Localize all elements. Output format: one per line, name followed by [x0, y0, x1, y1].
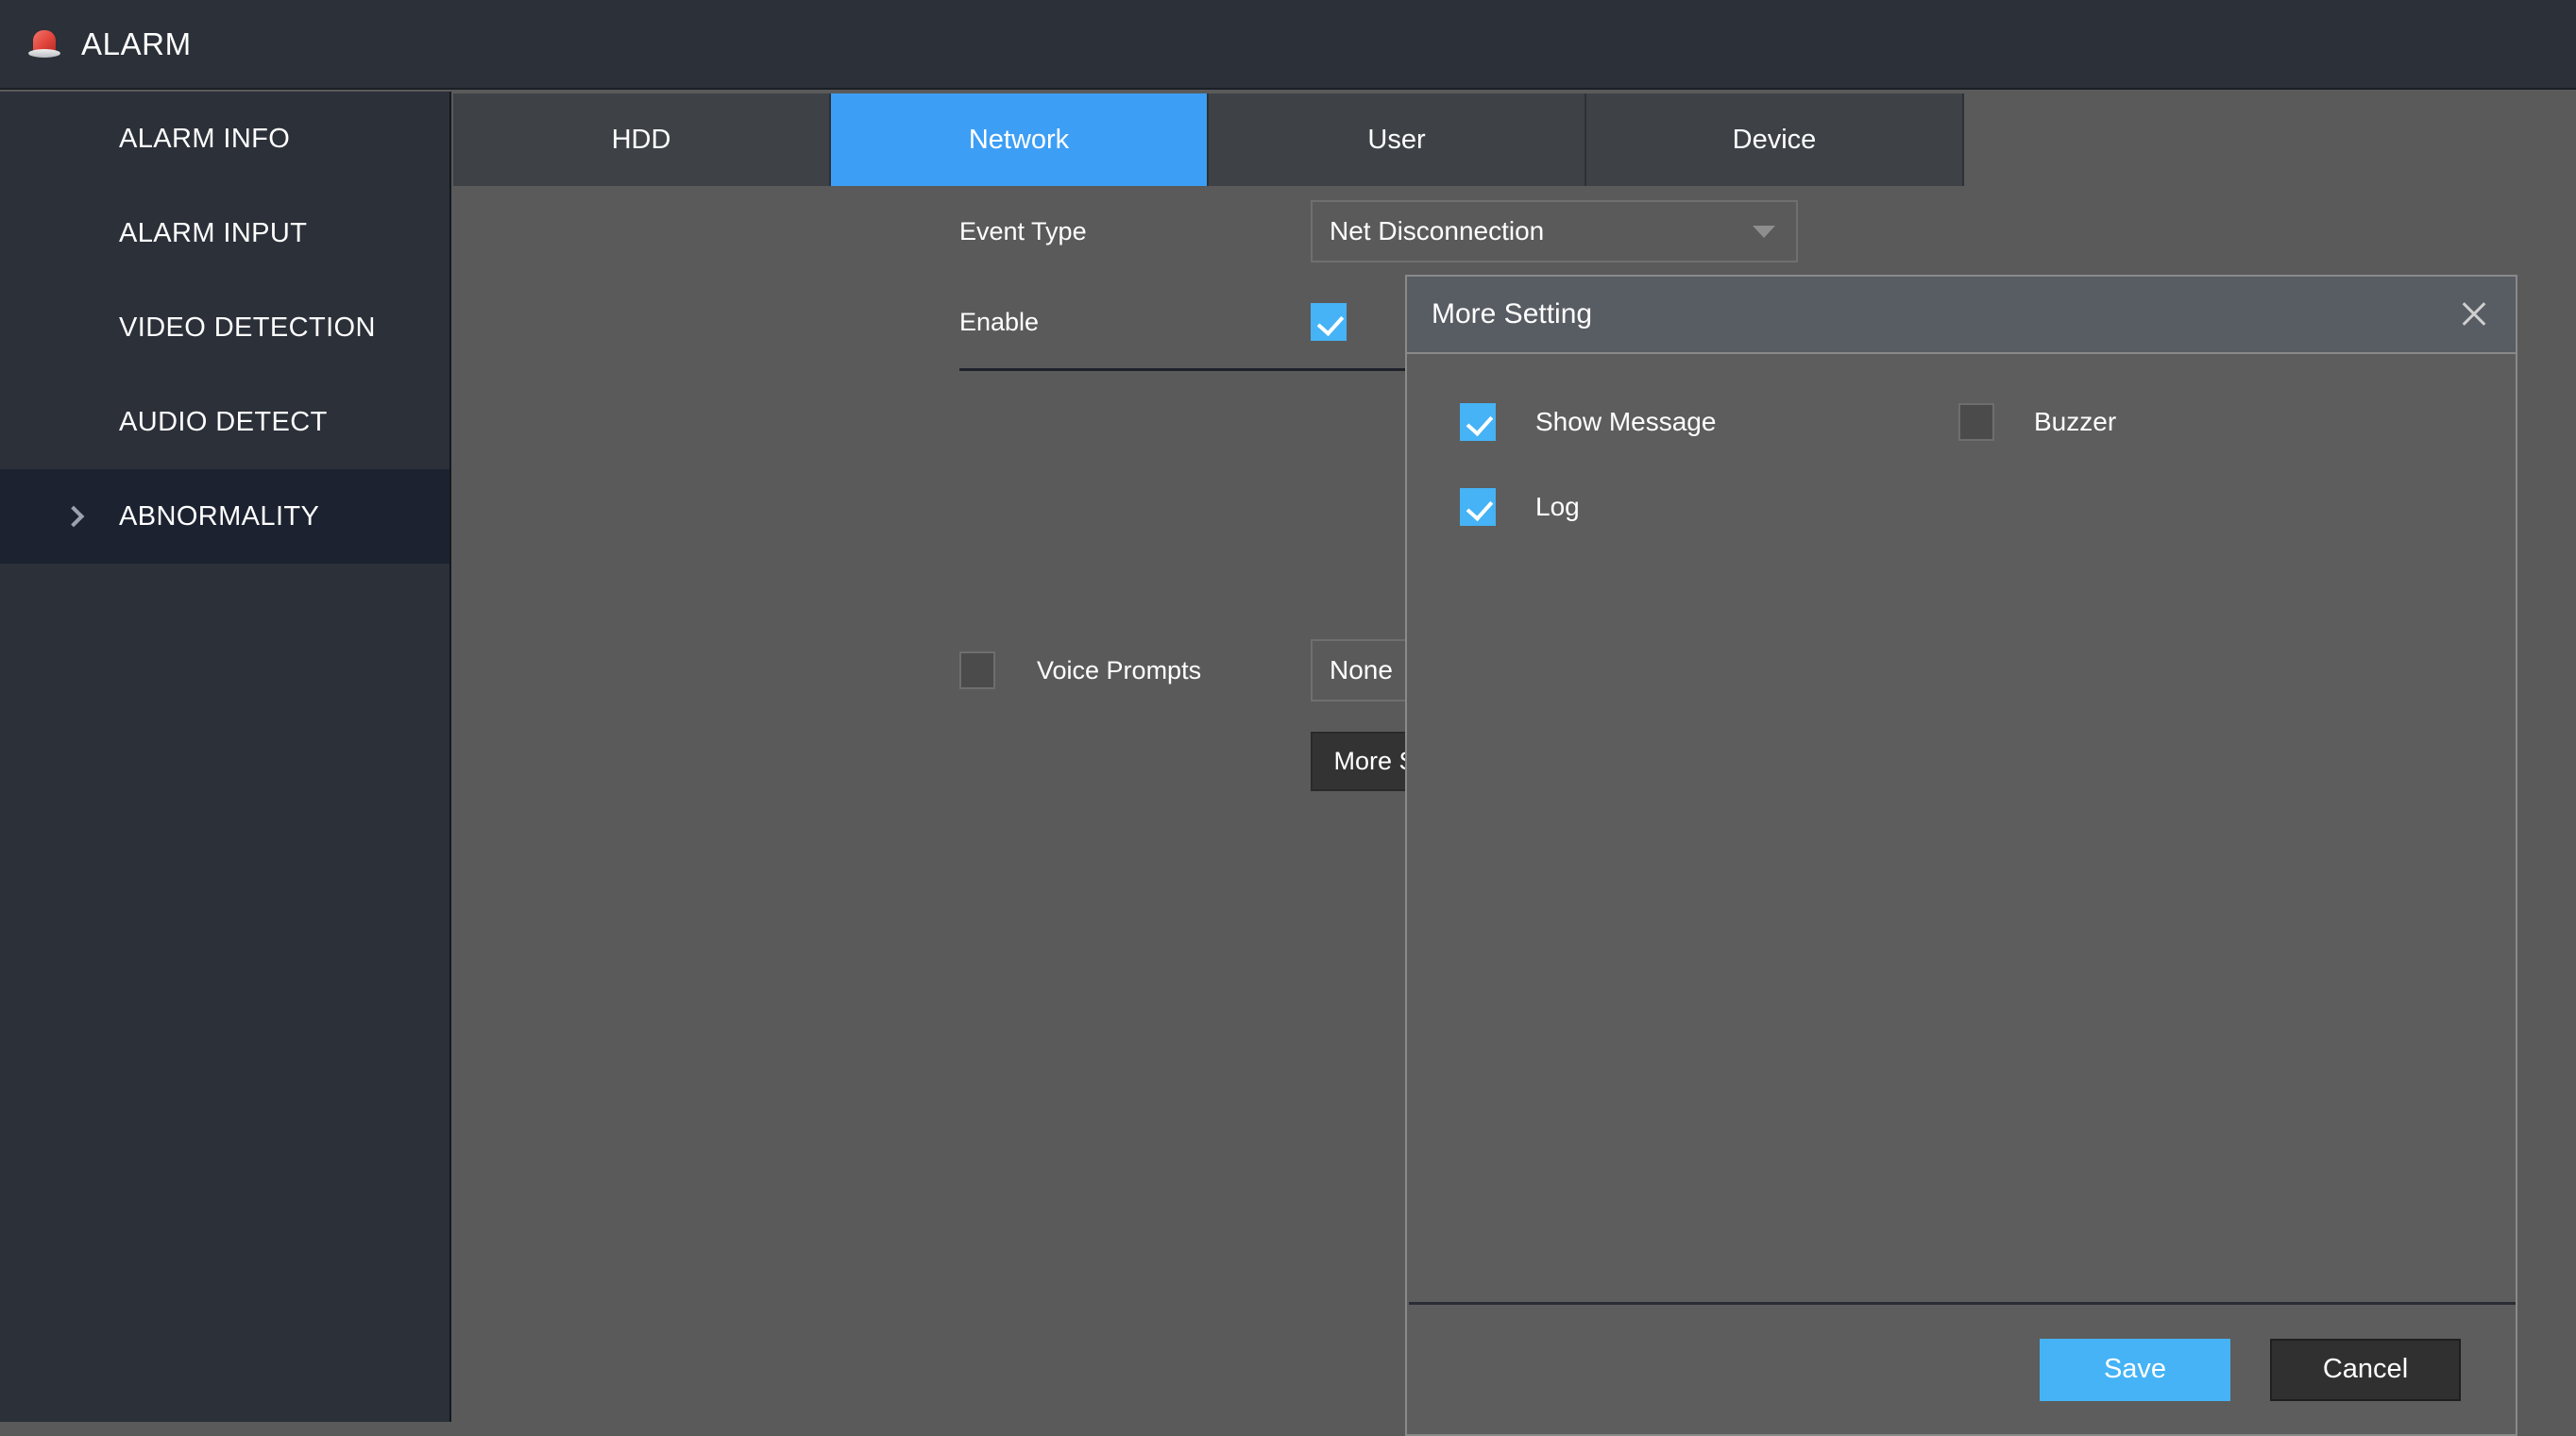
more-setting-dialog: More Setting Show Message Buzzer Log Sav… [1405, 275, 2517, 1436]
tab-hdd[interactable]: HDD [453, 93, 831, 186]
alarm-light-icon [28, 28, 60, 60]
event-type-select[interactable]: Net Disconnection [1311, 200, 1798, 262]
sidebar-item-video-detection[interactable]: VIDEO DETECTION [0, 280, 449, 375]
tab-network[interactable]: Network [831, 93, 1209, 186]
sidebar-item-alarm-input[interactable]: ALARM INPUT [0, 186, 449, 280]
dialog-title: More Setting [1432, 298, 1593, 329]
tab-bar: HDD Network User Device [453, 93, 1964, 186]
dialog-header: More Setting [1407, 277, 2516, 354]
log-label: Log [1535, 492, 1580, 521]
sidebar-item-alarm-info[interactable]: ALARM INFO [0, 92, 449, 186]
app-header: ALARM [0, 0, 2576, 90]
tab-label: Device [1732, 124, 1817, 155]
save-button[interactable]: Save [2040, 1338, 2230, 1401]
show-message-checkbox-row[interactable]: Show Message [1460, 403, 1716, 441]
tab-label: HDD [611, 124, 671, 155]
save-button-label: Save [2103, 1354, 2167, 1384]
dialog-body: Show Message Buzzer Log [1407, 356, 2516, 1300]
sidebar-item-label: ALARM INPUT [119, 217, 308, 248]
log-checkbox[interactable] [1460, 488, 1496, 526]
chevron-down-icon [1753, 225, 1775, 238]
event-type-row: Event Type Net Disconnection [453, 186, 1964, 277]
buzzer-checkbox-row[interactable]: Buzzer [1958, 403, 2116, 441]
close-icon[interactable] [2457, 297, 2491, 331]
sidebar-item-label: ABNORMALITY [119, 500, 320, 532]
buzzer-checkbox[interactable] [1958, 403, 1994, 441]
sidebar-item-audio-detect[interactable]: AUDIO DETECT [0, 375, 449, 469]
tab-label: Network [968, 124, 1070, 155]
main-content: HDD Network User Device Event Type Net D… [453, 92, 2576, 1436]
tab-label: User [1367, 124, 1426, 155]
sidebar: ALARM INFO ALARM INPUT VIDEO DETECTION A… [0, 92, 451, 1422]
dialog-footer: Save Cancel [1407, 1305, 2516, 1434]
enable-label: Enable [959, 307, 1040, 336]
enable-checkbox[interactable] [1311, 303, 1347, 341]
chevron-right-icon [62, 505, 85, 528]
voice-prompts-checkbox[interactable] [959, 651, 995, 689]
sidebar-item-label: VIDEO DETECTION [119, 312, 376, 343]
buzzer-label: Buzzer [2034, 407, 2117, 436]
tab-device[interactable]: Device [1586, 93, 1964, 186]
show-message-label: Show Message [1535, 407, 1717, 436]
cancel-button[interactable]: Cancel [2270, 1338, 2461, 1401]
voice-prompts-value: None [1330, 655, 1393, 684]
page-title: ALARM [81, 25, 192, 61]
event-type-value: Net Disconnection [1330, 216, 1545, 245]
sidebar-item-label: AUDIO DETECT [119, 406, 328, 437]
log-checkbox-row[interactable]: Log [1460, 488, 1580, 526]
tab-user[interactable]: User [1209, 93, 1586, 186]
show-message-checkbox[interactable] [1460, 403, 1496, 441]
voice-prompts-label: Voice Prompts [1037, 655, 1202, 684]
cancel-button-label: Cancel [2322, 1354, 2409, 1384]
event-type-label: Event Type [959, 216, 1087, 245]
sidebar-item-label: ALARM INFO [119, 123, 291, 154]
sidebar-item-abnormality[interactable]: ABNORMALITY [0, 469, 449, 564]
